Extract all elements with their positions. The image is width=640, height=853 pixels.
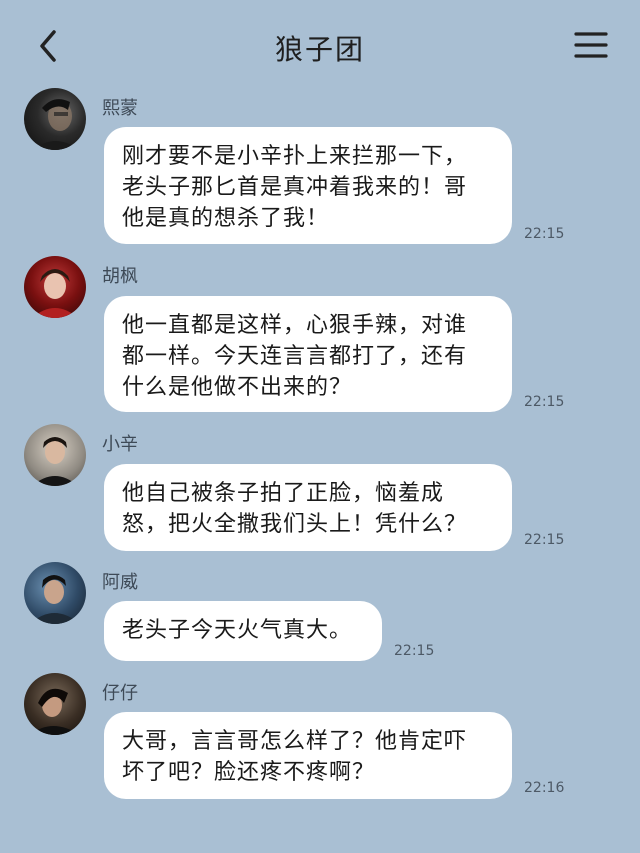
avatar-portrait-icon <box>34 99 80 150</box>
sender-name: 小辛 <box>102 434 138 455</box>
sender-name: 胡枫 <box>102 266 138 287</box>
message-bubble[interactable]: 大哥，言言哥怎么样了？他肯定吓 坏了吧？脸还疼不疼啊？ <box>104 712 512 799</box>
message-time: 22:15 <box>394 643 435 659</box>
message-time: 22:15 <box>524 394 565 410</box>
avatar[interactable] <box>24 256 86 318</box>
avatar-portrait-icon <box>32 269 78 318</box>
chat-title: 狼子团 <box>274 33 365 66</box>
message-bubble[interactable]: 老头子今天火气真大。 <box>104 601 382 661</box>
avatar-portrait-icon <box>30 688 80 735</box>
avatar[interactable] <box>24 673 86 735</box>
message-time: 22:15 <box>524 532 565 548</box>
message-time: 22:16 <box>524 780 565 796</box>
sender-name: 仔仔 <box>102 683 138 704</box>
avatar[interactable] <box>24 424 86 486</box>
message-time: 22:15 <box>524 226 565 242</box>
avatar[interactable] <box>24 562 86 624</box>
message-bubble[interactable]: 刚才要不是小辛扑上来拦那一下， 老头子那匕首是真冲着我来的！哥 他是真的想杀了我… <box>104 127 512 244</box>
sender-name: 阿威 <box>102 572 138 593</box>
sender-name: 熙蒙 <box>102 98 138 119</box>
avatar[interactable] <box>24 88 86 150</box>
message-bubble[interactable]: 他一直都是这样，心狠手辣，对谁 都一样。今天连言言都打了，还有 什么是他做不出来… <box>104 296 512 412</box>
avatar-portrait-icon <box>32 437 78 486</box>
menu-icon[interactable] <box>574 30 608 60</box>
message-bubble[interactable]: 他自己被条子拍了正脸，恼羞成 怒，把火全撒我们头上！凭什么？ <box>104 464 512 551</box>
avatar-portrait-icon <box>30 575 80 624</box>
chat-header: 狼子团 <box>0 0 640 90</box>
